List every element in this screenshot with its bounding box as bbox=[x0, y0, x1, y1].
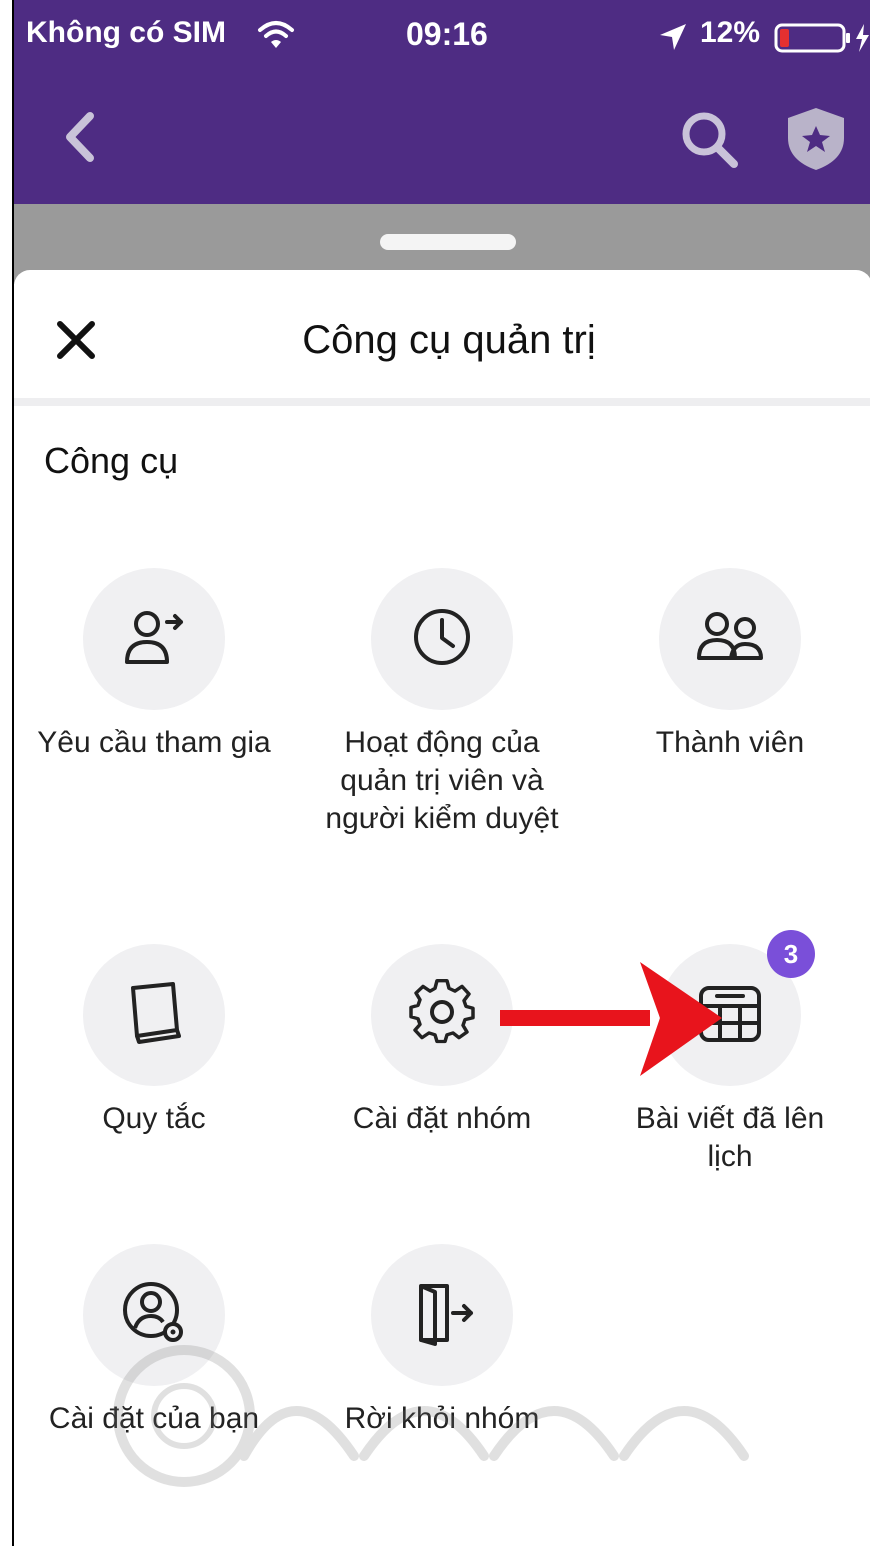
tool-label: Rời khỏi nhóm bbox=[344, 1402, 540, 1435]
tool-label: Cài đặt nhóm bbox=[352, 1102, 532, 1135]
tool-leave-group[interactable]: Rời khỏi nhóm bbox=[312, 1244, 572, 1438]
wifi-icon bbox=[256, 20, 296, 55]
tool-icon-circle bbox=[83, 1244, 225, 1386]
leave-door-icon bbox=[407, 1278, 477, 1353]
tool-icon-circle bbox=[83, 568, 225, 710]
members-icon bbox=[693, 602, 767, 677]
admin-shield-icon[interactable] bbox=[782, 104, 850, 179]
person-add-icon bbox=[119, 602, 189, 677]
tool-icon-circle bbox=[371, 568, 513, 710]
tool-icon-circle bbox=[83, 944, 225, 1086]
location-arrow-icon bbox=[658, 22, 688, 57]
tool-label: Hoạt động của quản trị viên và người kiể… bbox=[325, 726, 559, 835]
sheet-drag-handle[interactable] bbox=[380, 234, 516, 250]
gear-icon bbox=[407, 978, 477, 1053]
user-settings-icon bbox=[119, 1278, 189, 1353]
tool-join-requests[interactable]: Yêu cầu tham gia bbox=[24, 568, 284, 762]
sheet-title: Công cụ quản trị bbox=[302, 318, 596, 362]
admin-tools-sheet: Công cụ quản trị Công cụ Yêu cầu tham gi… bbox=[14, 270, 870, 1546]
tool-icon-circle bbox=[371, 944, 513, 1086]
red-pointer-arrow-icon bbox=[500, 962, 722, 1076]
status-bar: Không có SIM 09:16 12% bbox=[14, 0, 870, 78]
tool-label: Thành viên bbox=[655, 726, 805, 759]
notification-badge: 3 bbox=[767, 930, 815, 978]
tool-icon-circle bbox=[659, 568, 801, 710]
status-battery-percent: 12% bbox=[700, 16, 761, 49]
tool-icon-circle bbox=[371, 1244, 513, 1386]
tool-label: Yêu cầu tham gia bbox=[37, 726, 271, 759]
tool-label: Quy tắc bbox=[102, 1102, 206, 1135]
tool-label: Bài viết đã lên lịch bbox=[635, 1102, 825, 1173]
tool-members[interactable]: Thành viên bbox=[600, 568, 860, 762]
tool-admin-activity[interactable]: Hoạt động của quản trị viên và người kiể… bbox=[312, 568, 572, 838]
clock-icon bbox=[407, 602, 477, 677]
tool-your-settings[interactable]: Cài đặt của bạn bbox=[24, 1244, 284, 1438]
status-time: 09:16 bbox=[406, 16, 488, 52]
book-icon bbox=[119, 978, 189, 1053]
divider bbox=[14, 398, 870, 406]
section-title: Công cụ bbox=[44, 440, 179, 481]
nav-bar bbox=[14, 78, 870, 204]
tool-label: Cài đặt của bạn bbox=[48, 1402, 260, 1435]
back-chevron-icon[interactable] bbox=[60, 108, 100, 171]
tool-rules[interactable]: Quy tắc bbox=[24, 944, 284, 1138]
status-carrier: Không có SIM bbox=[26, 16, 226, 49]
close-icon[interactable] bbox=[54, 318, 98, 367]
battery-icon bbox=[774, 22, 870, 59]
phone-screen: Không có SIM 09:16 12% Công cụ quản trị … bbox=[12, 0, 870, 1546]
search-icon[interactable] bbox=[678, 108, 740, 175]
